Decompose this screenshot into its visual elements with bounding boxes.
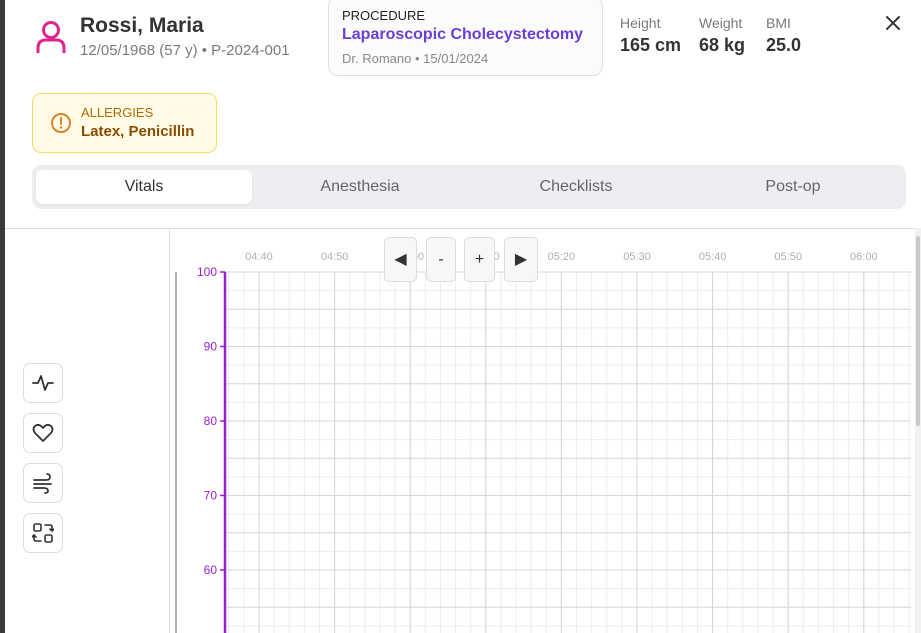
x-tick-label: 05:40 [699, 251, 727, 263]
x-tick-label: 06:00 [850, 251, 878, 263]
scrollbar-thumb[interactable] [916, 236, 920, 426]
measure-label: Height [620, 15, 661, 31]
tab-checklists[interactable]: Checklists [468, 170, 684, 204]
x-tick-label: 04:40 [245, 251, 273, 263]
heart-view-button[interactable] [23, 413, 63, 453]
chart-next-button[interactable]: ▶ [504, 237, 538, 282]
user-icon [36, 21, 66, 53]
activity-icon [32, 375, 54, 391]
x-tick-label: 05:30 [623, 251, 651, 263]
zoom-out-button[interactable]: - [426, 237, 456, 282]
measure-value: 165 cm [620, 35, 682, 55]
measure-weight: Weight 68 kg [699, 15, 745, 56]
tab-vitals[interactable]: Vitals [36, 170, 252, 204]
procedure-card: PROCEDURE Laparoscopic Cholecystectomy D… [328, 0, 603, 76]
x-tick-label: 04:50 [321, 251, 349, 263]
allergy-card: ALLERGIES Latex, Penicillin [32, 93, 217, 153]
x-tick-label: 05:50 [774, 251, 802, 263]
patient-panel: Rossi, Maria 12/05/1968 (57 y) • P-2024-… [5, 0, 921, 633]
vitals-chart: 04:4004:5005:0005:1005:2005:3005:4005:50… [175, 251, 911, 633]
measure-bmi: BMI 25.0 [766, 15, 801, 56]
heart-icon [32, 423, 54, 442]
swap-view-button[interactable] [23, 513, 63, 553]
ventilation-view-button[interactable] [23, 463, 63, 503]
y-tick-label: 80 [204, 414, 218, 428]
measure-height: Height 165 cm [620, 15, 681, 56]
zoom-in-button[interactable]: + [464, 237, 495, 282]
procedure-name: Laparoscopic Cholecystectomy [342, 26, 583, 43]
alert-icon [51, 113, 71, 133]
patient-meta: 12/05/1968 (57 y) • P-2024-001 [80, 42, 290, 59]
wind-icon [33, 473, 52, 494]
measure-value: 68 kg [699, 35, 746, 55]
procedure-detail: Dr. Romano • 15/01/2024 [342, 51, 489, 66]
y-tick-label: 60 [204, 563, 218, 577]
patient-name: Rossi, Maria [80, 14, 204, 37]
measure-label: Weight [699, 15, 743, 31]
tab-bar: Vitals Anesthesia Checklists Post-op [32, 165, 906, 209]
tab-anesthesia[interactable]: Anesthesia [252, 170, 468, 204]
chart-prev-button[interactable]: ◀ [384, 237, 417, 282]
y-tick-label: 100 [197, 265, 217, 279]
y-tick-label: 70 [204, 489, 218, 503]
x-tick-label: 05:20 [548, 251, 576, 263]
measure-value: 25.0 [766, 35, 802, 55]
measure-label: BMI [766, 15, 791, 31]
allergy-label: ALLERGIES [81, 105, 154, 120]
y-tick-label: 90 [204, 340, 218, 354]
close-icon[interactable] [883, 13, 903, 33]
procedure-label: PROCEDURE [342, 8, 426, 23]
allergy-value: Latex, Penicillin [81, 123, 195, 140]
tab-post-op[interactable]: Post-op [685, 170, 901, 204]
vitals-view-button[interactable] [23, 363, 63, 403]
swap-icon [32, 523, 54, 543]
